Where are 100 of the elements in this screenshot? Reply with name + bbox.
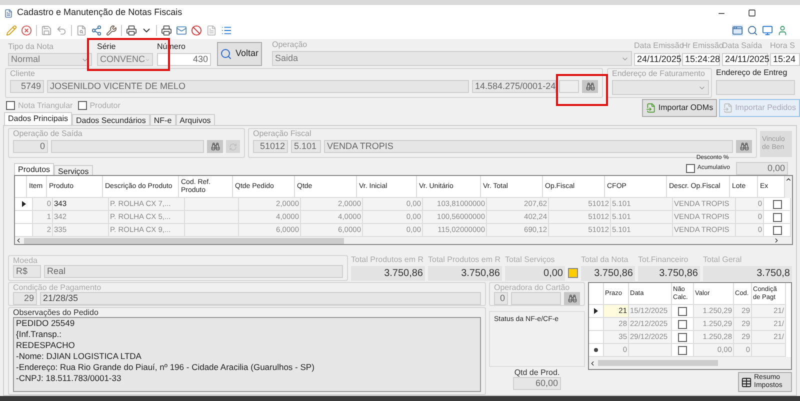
text-field[interactable]: 24/11/2025 (634, 53, 680, 66)
text-field[interactable]: 21/28/35 (40, 292, 481, 305)
monitor-icon[interactable] (762, 24, 773, 36)
user-icon[interactable] (777, 24, 788, 36)
search-icon[interactable] (747, 24, 758, 36)
ban-icon[interactable] (191, 24, 202, 36)
wrench-icon[interactable] (106, 24, 117, 36)
input-field[interactable] (511, 292, 561, 305)
field-label: Endereço de Faturamento (612, 69, 706, 78)
field-label: Observações do Pedido (13, 308, 100, 317)
table-cell (752, 344, 786, 357)
field-label: Moeda (13, 256, 38, 265)
field-label: Qtd de Prod. (514, 368, 560, 377)
import-icon (723, 103, 734, 113)
checkbox[interactable] (6, 101, 15, 110)
pencil-icon[interactable] (6, 24, 17, 36)
text-field[interactable]: 24/11/2025 (722, 53, 768, 66)
text-field[interactable]: 0 (13, 140, 48, 153)
text-field[interactable]: JOSENILDO VICENTE DE MELO (47, 80, 469, 93)
notes-line: REDESPACHO (16, 340, 76, 351)
import-button[interactable]: Importar ODMs (642, 99, 718, 117)
scrollbar[interactable] (15, 237, 792, 244)
printer-icon[interactable] (126, 24, 137, 36)
select-field[interactable]: Saida (272, 51, 632, 66)
tab[interactable]: Serviços (54, 165, 93, 175)
text-field[interactable]: 60,00 (513, 377, 561, 390)
checkbox[interactable] (678, 346, 687, 354)
table-icon (741, 376, 752, 388)
voltar-button[interactable]: Voltar (217, 42, 262, 66)
field-label: Total Produtos em R (351, 255, 424, 264)
input-field[interactable] (51, 140, 204, 153)
text-field[interactable]: 5.101 (291, 140, 321, 153)
field-label: Endereço de Entreg (716, 68, 788, 77)
notes-line: -CNPJ: 18.511.783/0001-33 (16, 373, 122, 384)
row-pointer-icon (22, 201, 26, 207)
checkbox[interactable] (772, 200, 782, 208)
text-field[interactable]: 14.584.275/0001-24 (472, 80, 556, 93)
checkbox[interactable] (678, 332, 687, 342)
network-icon[interactable] (91, 24, 102, 36)
checkbox[interactable] (678, 320, 687, 328)
mail-icon[interactable] (176, 24, 187, 36)
window-icon[interactable] (732, 24, 743, 36)
text-field[interactable]: 15:24:28 (682, 53, 720, 66)
input-field[interactable] (716, 80, 795, 95)
table-cell (185, 198, 239, 211)
text-field[interactable]: 430 (157, 53, 211, 66)
tab[interactable]: Dados Secundários (72, 114, 150, 125)
checkbox[interactable] (772, 212, 782, 222)
field-label: Operação Fiscal (253, 129, 312, 138)
checkbox[interactable] (678, 306, 687, 316)
notes-line: -Nome: DJIAN LOGISTICA LTDA (16, 351, 142, 362)
scrollbar[interactable] (589, 357, 791, 369)
tab[interactable]: Arquivos (176, 114, 215, 125)
field-label: Total Produtos em R (428, 255, 502, 264)
highlight-frame (556, 74, 608, 106)
row-pointer-icon (594, 308, 598, 314)
text-field[interactable]: R$ (13, 265, 41, 278)
status-square (568, 268, 578, 278)
close-icon[interactable] (21, 24, 32, 36)
list-icon[interactable] (221, 24, 232, 36)
text-field[interactable]: 29 (13, 292, 37, 305)
checkbox[interactable] (78, 101, 87, 110)
text-field[interactable]: Real (44, 265, 343, 278)
binoculars-icon (210, 142, 220, 151)
notes-textarea[interactable]: PEDIDO 25549 {Inf.Transp.: REDESPACHO -Nome: DJIAN LOGISTICA LTDA -Endereço: Rua Rio Grande do Piauí, nº 196 - Cidade Aracilia (Guarulhos - SP) -CNPJ: 18.511.783/0001-33 (13, 317, 481, 392)
field-label: Total Geral (703, 255, 743, 264)
total-field: 3.750,86 (638, 266, 700, 281)
text-field[interactable]: 0 (494, 292, 508, 305)
text-field[interactable]: VENDA TROPIS (324, 140, 733, 153)
select-field[interactable]: CONVENC (97, 53, 153, 66)
printer-icon[interactable] (161, 24, 172, 36)
new-row-icon (594, 348, 598, 352)
tab[interactable]: Produtos (14, 163, 54, 175)
lookup-button[interactable] (736, 140, 752, 153)
field-label: Operação (272, 40, 308, 49)
total-field: 3.750,86 (351, 266, 425, 281)
input-field[interactable] (559, 80, 579, 93)
field-label: Operação de Saída (13, 129, 84, 138)
tab[interactable]: NF-e (150, 114, 176, 125)
import-icon (646, 103, 656, 113)
lookup-button[interactable] (582, 80, 598, 93)
select-field[interactable] (612, 80, 709, 95)
text-field[interactable]: 5749 (10, 80, 44, 93)
field-label: Série (97, 42, 117, 51)
select-field[interactable]: Normal (8, 53, 92, 66)
maximize-icon[interactable] (748, 9, 756, 17)
lookup-button[interactable] (564, 292, 580, 305)
tab[interactable]: Dados Principais (4, 112, 72, 125)
binoculars-icon (740, 142, 748, 151)
refresh-icon (229, 142, 237, 150)
checkbox[interactable] (772, 226, 782, 234)
text-field[interactable]: 0,00 (736, 162, 788, 175)
total-field: 3.750,86 (428, 266, 502, 281)
field-label: Data Saída (722, 41, 764, 50)
text-field[interactable]: 51012 (253, 140, 288, 153)
scrollbar[interactable] (785, 176, 792, 198)
checkbox[interactable] (686, 164, 696, 173)
lookup-button[interactable] (207, 140, 223, 153)
notes-line: PEDIDO 25549 (16, 318, 76, 329)
text-field[interactable]: 15:24 (770, 53, 800, 66)
